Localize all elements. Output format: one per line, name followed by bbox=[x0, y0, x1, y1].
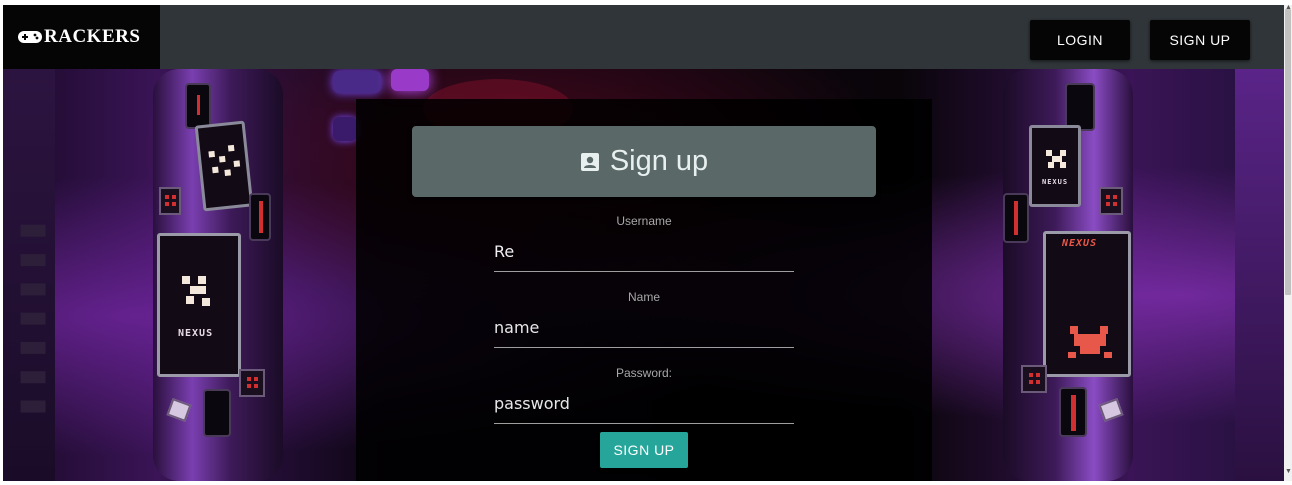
glow-light-1 bbox=[333, 71, 381, 93]
scrollbar-thumb[interactable] bbox=[1285, 9, 1291, 295]
glow-light-2 bbox=[391, 69, 429, 91]
password-input[interactable] bbox=[494, 384, 794, 424]
right-side-strip bbox=[1235, 69, 1284, 481]
left-dice-card bbox=[194, 120, 254, 212]
vertical-scrollbar[interactable]: ▲ ▼ bbox=[1284, 4, 1292, 481]
contact-card-icon bbox=[580, 152, 599, 171]
left-box-2 bbox=[239, 369, 265, 397]
right-nexus-card: NEXUS bbox=[1043, 231, 1131, 377]
signup-submit-button[interactable]: SIGN UP bbox=[600, 432, 688, 468]
brand-name: RACKERS bbox=[44, 26, 141, 47]
background-vertical-text: ▮▮▮▮▮▮▮ bbox=[5, 213, 54, 419]
glow-light-3 bbox=[333, 117, 357, 141]
right-lower-panel bbox=[1059, 387, 1087, 437]
right-nexus-label: NEXUS bbox=[1062, 238, 1098, 249]
left-small-panel bbox=[185, 83, 211, 129]
browser-viewport: RACKERS LOGIN SIGN UP ▮▮▮▮▮▮▮ NEXUS NEXU… bbox=[3, 5, 1284, 481]
form-title: Sign up bbox=[609, 145, 709, 177]
name-label: Name bbox=[627, 290, 660, 304]
left-nexus-card: NEXUS bbox=[157, 233, 241, 377]
signup-nav-button[interactable]: SIGN UP bbox=[1150, 20, 1250, 60]
brand-logo[interactable]: RACKERS bbox=[3, 5, 160, 69]
left-lower-panel bbox=[203, 389, 231, 437]
gamepad-icon bbox=[18, 31, 42, 43]
right-box-1 bbox=[1099, 187, 1123, 215]
username-input[interactable] bbox=[494, 232, 794, 272]
left-nexus-label: NEXUS bbox=[178, 328, 214, 339]
username-label: Username bbox=[616, 214, 672, 228]
right-small-panel bbox=[1065, 83, 1095, 131]
scroll-down-arrow-icon[interactable]: ▼ bbox=[1285, 468, 1292, 475]
right-top-card: NEXUS bbox=[1029, 125, 1081, 207]
left-box-1 bbox=[159, 187, 181, 215]
password-label: Password: bbox=[615, 366, 673, 380]
login-button[interactable]: LOGIN bbox=[1030, 20, 1130, 60]
right-box-2 bbox=[1021, 365, 1047, 393]
right-red-panel-1 bbox=[1003, 193, 1029, 243]
name-input[interactable] bbox=[494, 308, 794, 348]
left-red-panel bbox=[249, 193, 271, 241]
form-header: Sign up bbox=[412, 126, 876, 197]
right-top-nexus-label: NEXUS bbox=[1042, 178, 1069, 186]
navbar: RACKERS LOGIN SIGN UP bbox=[3, 5, 1284, 69]
signup-form: Sign up Username Name Password: SIGN UP bbox=[356, 99, 932, 481]
